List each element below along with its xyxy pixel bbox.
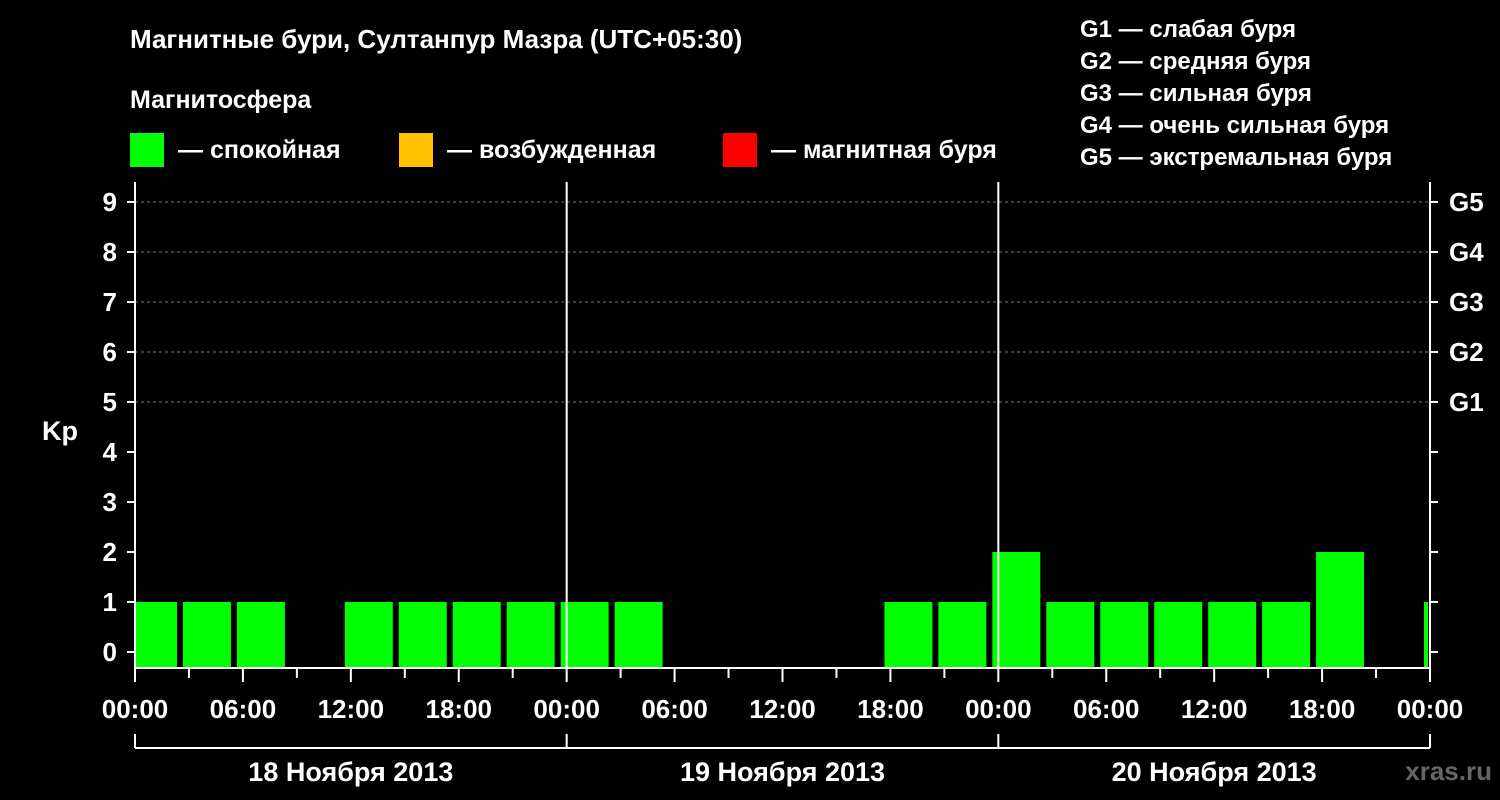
- ytick-label-1: 1: [103, 587, 117, 617]
- ytick-label-5: 5: [103, 387, 117, 417]
- bar-22: [1316, 552, 1365, 668]
- g-label-G5: G5: [1449, 187, 1484, 217]
- xtick-label-1: 06:00: [210, 694, 277, 724]
- bar-9: [614, 602, 663, 668]
- xtick-label-7: 18:00: [857, 694, 924, 724]
- bar-5: [398, 602, 447, 668]
- g-label-G1: G1: [1449, 387, 1484, 417]
- bar-4: [344, 602, 393, 668]
- xtick-label-5: 06:00: [641, 694, 708, 724]
- bar-19: [1154, 602, 1203, 668]
- ytick-label-3: 3: [103, 487, 117, 517]
- bar-0: [136, 602, 177, 668]
- bar-16: [992, 552, 1041, 668]
- bar-24: [1424, 602, 1428, 668]
- bar-1: [182, 602, 231, 668]
- g-label-G4: G4: [1449, 237, 1484, 267]
- bar-20: [1208, 602, 1257, 668]
- bar-21: [1262, 602, 1311, 668]
- bar-18: [1100, 602, 1149, 668]
- ytick-label-9: 9: [103, 187, 117, 217]
- xtick-label-12: 00:00: [1397, 694, 1464, 724]
- ytick-label-4: 4: [103, 437, 118, 467]
- xtick-label-0: 00:00: [102, 694, 169, 724]
- day-label-0: 18 Ноября 2013: [248, 757, 453, 787]
- xtick-label-11: 18:00: [1289, 694, 1356, 724]
- bar-2: [236, 602, 285, 668]
- g-label-G3: G3: [1449, 287, 1484, 317]
- bars: [136, 552, 1428, 668]
- bar-14: [884, 602, 933, 668]
- watermark: xras.ru: [1405, 756, 1492, 786]
- grid-lines: [135, 201, 1430, 403]
- bar-8: [560, 602, 609, 668]
- xtick-label-3: 18:00: [426, 694, 493, 724]
- xtick-label-4: 00:00: [533, 694, 600, 724]
- axis-labels: 0 1 2 3 4 5 6 7 8 9 G1 G2 G3 G4 G5 Kp 00:00 06:00 12:00 18:…: [42, 187, 1484, 787]
- kp-chart: 0 1 2 3 4 5 6 7 8 9 G1 G2 G3 G4 G5 Kp 00:00 06:00 12:00 18:…: [42, 182, 1484, 787]
- ytick-label-8: 8: [103, 237, 117, 267]
- xtick-label-8: 00:00: [965, 694, 1032, 724]
- xtick-label-6: 12:00: [749, 694, 816, 724]
- day-label-1: 19 Ноября 2013: [680, 757, 885, 787]
- bar-7: [506, 602, 555, 668]
- bar-15: [938, 602, 987, 668]
- bar-17: [1046, 602, 1095, 668]
- ytick-label-0: 0: [103, 637, 117, 667]
- ytick-label-2: 2: [103, 537, 117, 567]
- g-label-G2: G2: [1449, 337, 1484, 367]
- xtick-label-9: 06:00: [1073, 694, 1140, 724]
- bar-6: [452, 602, 501, 668]
- xtick-label-2: 12:00: [318, 694, 385, 724]
- y-axis-label: Kp: [42, 416, 78, 446]
- ytick-label-6: 6: [103, 337, 117, 367]
- day-label-2: 20 Ноября 2013: [1112, 757, 1317, 787]
- xtick-label-10: 12:00: [1181, 694, 1248, 724]
- ytick-label-7: 7: [103, 287, 117, 317]
